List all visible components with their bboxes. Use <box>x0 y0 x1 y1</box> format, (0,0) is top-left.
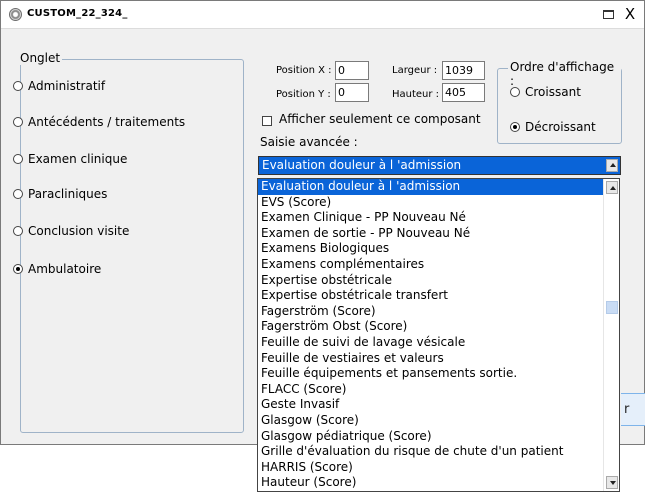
height-input[interactable]: 405 <box>442 83 485 102</box>
partially-hidden-button[interactable]: r <box>621 393 645 426</box>
dropdown-option[interactable]: Examen Clinique - PP Nouveau Né <box>258 210 619 226</box>
dropdown-scrollbar[interactable] <box>603 179 619 491</box>
dropdown-option[interactable]: HARRIS (Score) <box>258 460 619 476</box>
position-y-input[interactable]: 0 <box>335 83 369 102</box>
dropdown-option[interactable]: Grille d'évaluation du risque de chute d… <box>258 444 619 460</box>
dropdown-option[interactable]: Glasgow (Score) <box>258 413 619 429</box>
radio-circle-checked[interactable] <box>510 122 520 132</box>
radio-label: Antécédents / traitements <box>28 115 186 129</box>
radio-circle[interactable] <box>13 189 23 199</box>
dropdown-option[interactable]: Evaluation douleur à l 'admission <box>258 179 619 195</box>
height-label: Hauteur : <box>392 89 440 100</box>
radio-label: Examen clinique <box>28 152 128 166</box>
dropdown-option[interactable]: Examen de sortie - PP Nouveau Né <box>258 226 619 242</box>
radio-label: Décroissant <box>525 120 596 134</box>
dropdown-option[interactable]: Feuille équipements et pansements sortie… <box>258 366 619 382</box>
width-label: Largeur : <box>392 65 438 76</box>
dropdown-option[interactable]: Expertise obstétricale <box>258 273 619 289</box>
close-button[interactable]: X <box>619 6 641 24</box>
scroll-down-icon[interactable] <box>606 476 618 489</box>
scroll-up-icon[interactable] <box>606 181 618 194</box>
dropdown-arrow-icon[interactable] <box>606 159 618 172</box>
dropdown-option[interactable]: Glasgow pédiatrique (Score) <box>258 429 619 445</box>
radio-decroissant[interactable]: Décroissant <box>510 120 596 134</box>
position-x-input[interactable]: 0 <box>335 61 369 80</box>
radio-croissant[interactable]: Croissant <box>510 85 581 99</box>
radio-circle[interactable] <box>13 117 23 127</box>
advanced-entry-dropdown-list[interactable]: Evaluation douleur à l 'admission EVS (Sc… <box>257 178 620 492</box>
dropdown-option[interactable]: Feuille de vestiaires et valeurs <box>258 351 619 367</box>
maximize-icon <box>602 10 614 19</box>
radio-circle[interactable] <box>13 154 23 164</box>
dropdown-items: Evaluation douleur à l 'admission EVS (Sc… <box>258 179 619 491</box>
dropdown-option[interactable]: FLACC (Score) <box>258 382 619 398</box>
radio-circle[interactable] <box>510 87 520 97</box>
radio-paracliniques[interactable]: Paracliniques <box>13 187 107 201</box>
app-icon <box>9 8 22 21</box>
dropdown-option[interactable]: Feuille de suivi de lavage vésicale <box>258 335 619 351</box>
dropdown-option[interactable]: Geste Invasif <box>258 397 619 413</box>
radio-ambulatoire[interactable]: Ambulatoire <box>13 262 101 276</box>
only-component-label: Afficher seulement ce composant <box>279 112 481 126</box>
position-x-label: Position X : <box>276 65 332 76</box>
radio-antecedents[interactable]: Antécédents / traitements <box>13 115 185 129</box>
radio-label: Administratif <box>28 79 106 93</box>
radio-circle[interactable] <box>13 81 23 91</box>
advanced-entry-combobox[interactable]: Evaluation douleur à l 'admission <box>258 156 621 175</box>
radio-circle[interactable] <box>13 226 23 236</box>
maximize-button[interactable] <box>597 6 619 24</box>
dropdown-option[interactable]: Examens complémentaires <box>258 257 619 273</box>
dropdown-option[interactable]: Hauteur (Score) <box>258 475 619 491</box>
scroll-thumb[interactable] <box>606 301 618 314</box>
combobox-selected-text: Evaluation douleur à l 'admission <box>262 158 462 172</box>
radio-circle-checked[interactable] <box>13 264 23 274</box>
dropdown-option[interactable]: Examens Biologiques <box>258 241 619 257</box>
radio-label: Croissant <box>525 85 581 99</box>
radio-label: Ambulatoire <box>28 262 102 276</box>
radio-label: Paracliniques <box>28 187 108 201</box>
position-y-label: Position Y : <box>276 89 331 100</box>
only-component-checkbox[interactable] <box>262 116 272 126</box>
radio-administratif[interactable]: Administratif <box>13 79 105 93</box>
width-input[interactable]: 1039 <box>442 61 485 80</box>
display-order-legend: Ordre d'affichage : <box>508 60 621 88</box>
advanced-entry-label: Saisie avancée : <box>260 135 358 149</box>
dropdown-option[interactable]: Expertise obstétricale transfert <box>258 288 619 304</box>
radio-conclusion-visite[interactable]: Conclusion visite <box>13 224 129 238</box>
dropdown-option[interactable]: Fagerström Obst (Score) <box>258 319 619 335</box>
dropdown-option[interactable]: EVS (Score) <box>258 195 619 211</box>
radio-examen-clinique[interactable]: Examen clinique <box>13 152 127 166</box>
window-title: CUSTOM_22_324_ <box>27 8 128 19</box>
dropdown-option[interactable]: Fagerström (Score) <box>258 304 619 320</box>
onglet-legend: Onglet <box>18 51 63 65</box>
title-bar: CUSTOM_22_324_ X <box>1 1 644 29</box>
radio-label: Conclusion visite <box>28 224 130 238</box>
